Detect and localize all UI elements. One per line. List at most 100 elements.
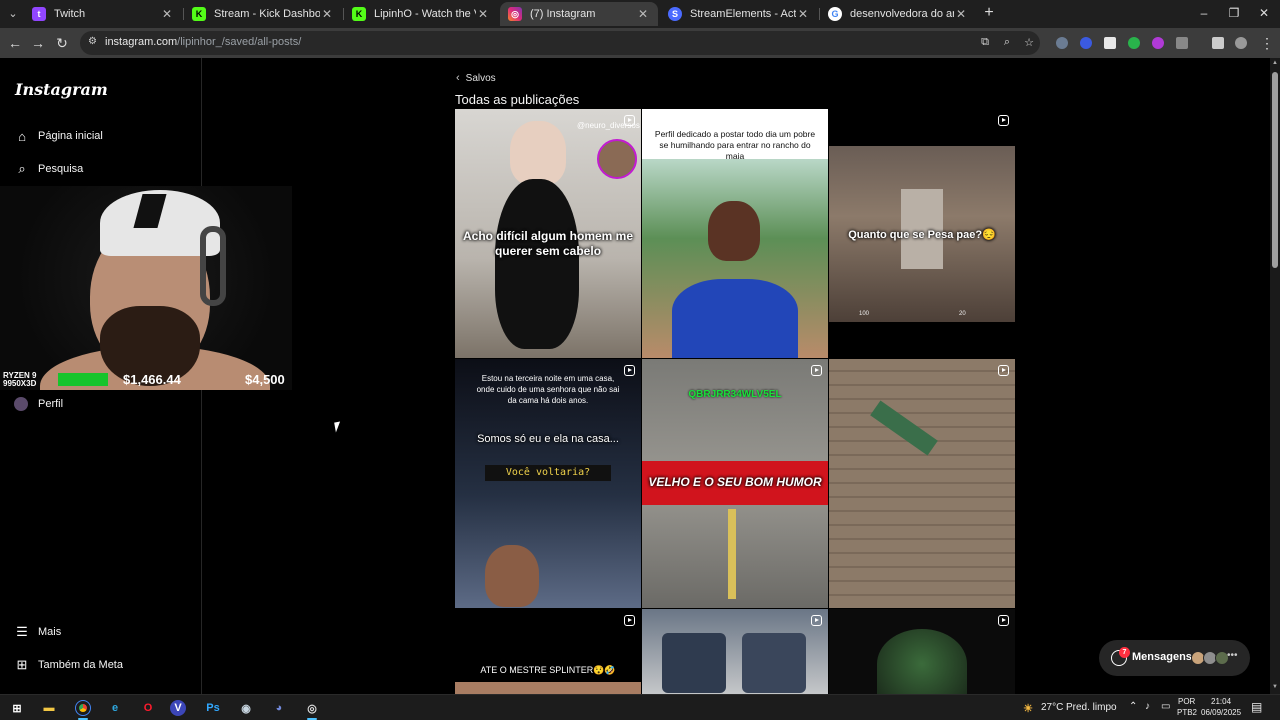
network-icon[interactable]: ▭	[1161, 701, 1170, 712]
extension-sound-icon[interactable]	[1080, 37, 1092, 49]
weather-temp[interactable]: 27°C	[1041, 702, 1063, 713]
nav-meta-label: Também da Meta	[38, 659, 123, 671]
kick-icon: K	[192, 7, 206, 21]
weather-icon[interactable]: ☀	[1017, 698, 1039, 718]
instagram-logo[interactable]: Instagram	[15, 80, 108, 99]
profile-avatar-icon[interactable]	[1235, 37, 1247, 49]
post-figure-head	[708, 201, 760, 261]
windows-start-icon[interactable]: ⊞	[6, 698, 28, 718]
chevron-up-icon[interactable]: ⌃	[1129, 701, 1137, 712]
extension-green-icon[interactable]	[1128, 37, 1140, 49]
close-icon[interactable]: ✕	[476, 7, 490, 21]
post-bus	[742, 633, 806, 693]
nav-more[interactable]: ☰ Mais	[14, 624, 61, 640]
reload-icon[interactable]: ↻	[53, 34, 71, 52]
extension-play-icon[interactable]	[1104, 37, 1116, 49]
nav-also-from-meta[interactable]: ⊞ Também da Meta	[14, 657, 123, 673]
site-info-icon[interactable]: ⚙	[88, 36, 100, 50]
notifications-icon[interactable]: ▤	[1251, 700, 1262, 714]
bookmark-star-icon[interactable]: ☆	[1022, 36, 1036, 49]
search-icon: ⌕	[18, 161, 26, 176]
url-text[interactable]: instagram.com/lipinhor_/saved/all-posts/	[105, 36, 301, 48]
tab-instagram[interactable]: ◎ (7) Instagram ✕	[500, 2, 658, 26]
close-icon[interactable]: ✕	[636, 7, 650, 21]
tab-kick-vod[interactable]: K LipinhO - Watch the VOD on Ki ✕	[344, 2, 498, 26]
close-icon[interactable]: ✕	[160, 7, 174, 21]
close-window-icon[interactable]: ✕	[1256, 6, 1272, 20]
post-tile[interactable]: ATE O MESTRE SPLINTER😯🤣	[455, 609, 641, 694]
tab-twitch[interactable]: t Twitch ✕	[24, 2, 182, 26]
back-to-saved-link[interactable]: ‹ Salvos	[456, 72, 496, 84]
scroll-up-icon[interactable]: ▲	[1272, 60, 1278, 66]
tab-google-search[interactable]: G desenvolvedora do ark - Pesqu ✕	[820, 2, 976, 26]
post-tile[interactable]: Estou na terceira noite em uma casa, ond…	[455, 359, 641, 608]
post-tile[interactable]: @neuro_diversos Acho difícil algum homem…	[455, 109, 641, 358]
url-host: instagram.com	[105, 36, 178, 48]
clock-time[interactable]: 21:04	[1211, 697, 1231, 706]
vpn-icon[interactable]: V	[170, 700, 186, 716]
extension-purple-icon[interactable]	[1152, 37, 1164, 49]
scrollbar-thumb[interactable]	[1272, 72, 1278, 268]
post-tile[interactable]	[829, 609, 1015, 694]
nav-more-label: Mais	[38, 626, 62, 638]
post-tile[interactable]: Perfil dedicado a postar todo dia um pob…	[642, 109, 828, 358]
tab-kick-dashboard[interactable]: K Stream - Kick Dashboard ✕	[184, 2, 342, 26]
post-bus	[662, 633, 726, 693]
new-tab-button[interactable]: +	[980, 5, 998, 23]
chrome-icon[interactable]	[72, 698, 94, 720]
minimize-icon[interactable]: –	[1196, 6, 1212, 20]
post-tile[interactable]: Quanto que se Pesa pae?😔 100 20	[829, 109, 1015, 358]
donation-amount: $1,466.44	[123, 372, 181, 387]
post-tile[interactable]	[642, 609, 828, 694]
language-indicator[interactable]: POR	[1178, 697, 1195, 706]
post-tile[interactable]	[829, 359, 1015, 608]
forward-arrow-icon[interactable]: →	[29, 34, 47, 52]
opera-icon[interactable]: O	[137, 698, 159, 718]
nav-profile[interactable]: Perfil	[14, 397, 63, 411]
unread-badge: 7	[1119, 647, 1130, 658]
extension-shield-icon[interactable]	[1056, 37, 1068, 49]
edge-icon[interactable]: e	[104, 698, 126, 718]
file-explorer-icon[interactable]: ▬	[38, 698, 60, 718]
donation-goal: $4,500	[245, 372, 285, 387]
nav-search[interactable]: ⌕ Pesquisa	[14, 161, 83, 177]
keyboard-layout[interactable]: PTB2	[1177, 708, 1197, 717]
tab-streamelements[interactable]: S StreamElements - Activity feed ✕	[660, 2, 818, 26]
post-figure-body	[495, 179, 579, 349]
post-road-line	[728, 509, 736, 599]
address-bar[interactable]: ⚙ instagram.com/lipinhor_/saved/all-post…	[80, 31, 1040, 55]
cast-icon[interactable]: ⧉	[978, 36, 992, 49]
restore-icon[interactable]: ❐	[1226, 6, 1242, 20]
clock-date[interactable]: 06/09/2025	[1201, 708, 1241, 717]
post-tile[interactable]: QBRJRR34WLV5EL VELHO E O SEU BOM HUMOR	[642, 359, 828, 608]
post-caption-question: Você voltaria?	[485, 465, 611, 481]
messages-button[interactable]: 7 Mensagens •••	[1099, 640, 1250, 676]
close-icon[interactable]: ✕	[954, 7, 968, 21]
volume-icon[interactable]: ♪	[1145, 701, 1150, 712]
post-caption: Quanto que se Pesa pae?😔	[848, 229, 996, 241]
mouse-cursor-icon	[334, 421, 342, 433]
photoshop-icon[interactable]: Ps	[202, 698, 224, 718]
home-icon: ⌂	[18, 128, 26, 144]
media-controls-icon[interactable]	[1212, 37, 1224, 49]
discord-icon[interactable]: ◕	[268, 698, 290, 718]
post-photo-strip	[455, 682, 641, 694]
back-arrow-icon[interactable]: ←	[6, 34, 24, 52]
post-caption-mid: Somos só eu e ela na casa...	[477, 433, 619, 445]
scroll-down-icon[interactable]: ▼	[1272, 684, 1278, 690]
post-caption-top: Estou na terceira noite em uma casa, ond…	[476, 374, 620, 405]
close-icon[interactable]: ✕	[796, 7, 810, 21]
kebab-menu-icon[interactable]: ⋮	[1258, 34, 1276, 52]
page-scrollbar[interactable]: ▲ ▼	[1270, 58, 1280, 694]
extensions-puzzle-icon[interactable]	[1176, 37, 1188, 49]
nav-home[interactable]: ⌂ Página inicial	[14, 128, 103, 144]
obs-icon[interactable]: ◎	[301, 698, 323, 720]
weather-desc[interactable]: Pred. limpo	[1066, 702, 1117, 713]
tab-search-icon[interactable]: ⌄	[4, 5, 22, 23]
tab-title: desenvolvedora do ark - Pesqu	[850, 8, 954, 20]
close-icon[interactable]: ✕	[320, 7, 334, 21]
zoom-icon[interactable]: ⌕	[1000, 36, 1014, 49]
steam-icon[interactable]: ◉	[235, 698, 257, 718]
saved-posts-grid: @neuro_diversos Acho difícil algum homem…	[455, 109, 1016, 694]
url-path: /lipinhor_/saved/all-posts/	[177, 36, 302, 48]
